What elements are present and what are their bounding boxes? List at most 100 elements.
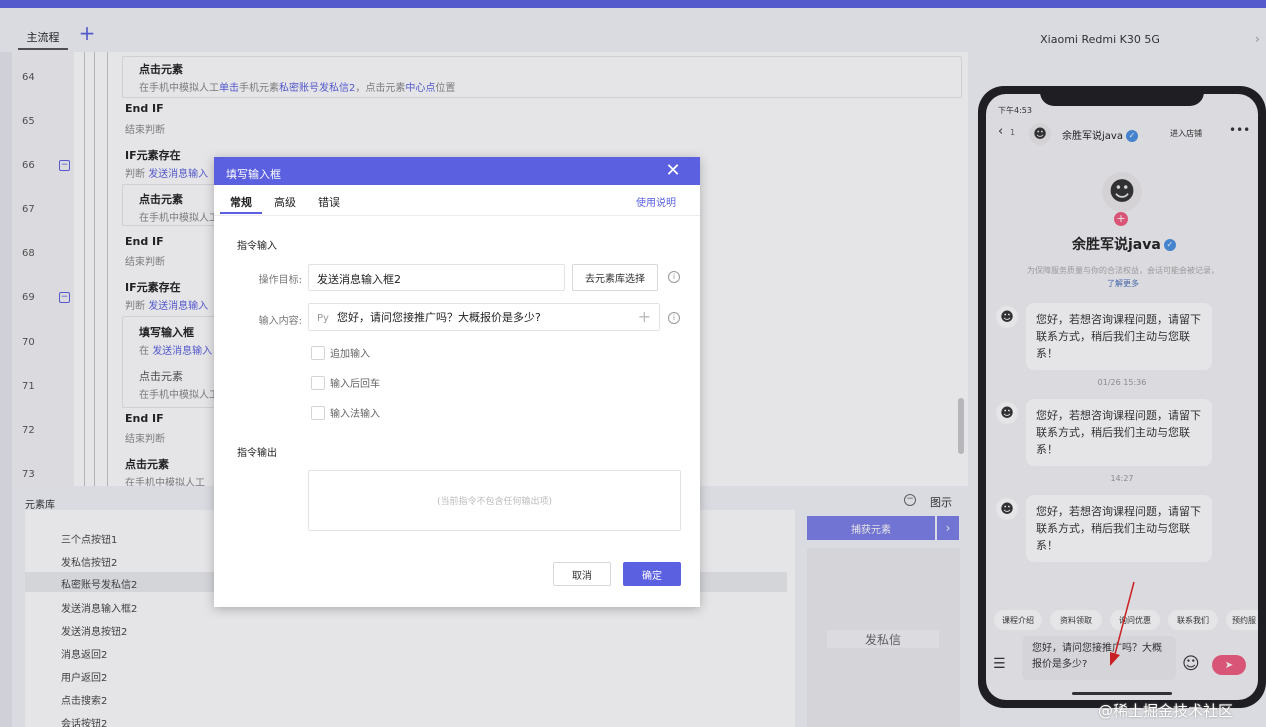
chevron-right-icon[interactable]: › <box>937 516 959 540</box>
chat-name: 余胜军说java ✓ <box>1062 127 1138 142</box>
message-input[interactable]: 您好，请问您接推广吗？大概报价是多少? <box>1022 636 1176 680</box>
list-item[interactable]: 发私信按钮2 <box>61 554 117 569</box>
ime-input-option[interactable]: 输入法输入 <box>311 405 380 420</box>
tab-error[interactable]: 错误 <box>318 194 340 210</box>
timestamp: 14:27 <box>1110 474 1134 483</box>
quick-reply[interactable]: 联系我们 <box>1168 610 1218 630</box>
list-item[interactable]: 发送消息按钮2 <box>61 623 127 638</box>
flow-scrollbar[interactable] <box>958 398 964 454</box>
line-number: 73 <box>22 469 35 480</box>
chat-message: 您好，若想咨询课程问题，请留下联系方式，稍后我们主动与您联系！ <box>1026 399 1212 466</box>
tab-general[interactable]: 常规 <box>230 194 252 210</box>
indent-line <box>94 52 95 486</box>
zoom-out-icon[interactable]: − <box>904 494 916 506</box>
add-icon[interactable]: + <box>638 307 651 326</box>
step-desc: 结束判断 <box>125 125 165 136</box>
left-strip <box>0 52 12 727</box>
quick-reply[interactable]: 资料领取 <box>1050 610 1102 630</box>
add-flow-button[interactable]: + <box>76 23 98 45</box>
step-title[interactable]: IF元素存在 <box>125 279 181 295</box>
line-number: 67 <box>22 204 35 215</box>
target-label: 操作目标: <box>258 275 302 286</box>
emoji-icon[interactable]: ☺ <box>1182 654 1200 674</box>
checkbox[interactable] <box>311 345 325 360</box>
avatar: ☻ <box>996 498 1018 520</box>
back-count: 1 <box>1010 128 1016 137</box>
follow-plus-icon[interactable]: + <box>1114 212 1128 226</box>
input-section-title: 指令输入 <box>237 241 277 252</box>
help-link[interactable]: 使用说明 <box>636 194 676 209</box>
phone-notch <box>1040 88 1204 106</box>
step-desc: 在手机中模拟人工 <box>139 213 219 224</box>
fill-input-dialog <box>214 157 700 607</box>
send-button[interactable]: ➤ <box>1212 655 1246 675</box>
list-item[interactable]: 消息返回2 <box>61 646 107 661</box>
verified-icon: ✓ <box>1125 130 1138 142</box>
line-number: 64 <box>22 72 35 83</box>
step-title[interactable]: End IF <box>125 412 164 425</box>
enter-after-input-option[interactable]: 输入后回车 <box>311 375 380 390</box>
step-title[interactable]: 点击元素 <box>125 456 169 472</box>
diagram-label: 图示 <box>930 496 952 509</box>
step-title: 点击元素 <box>139 193 183 206</box>
chat-message: 您好，若想咨询课程问题，请留下联系方式，稍后我们主动与您联系！ <box>1026 495 1212 562</box>
step-title[interactable]: 填写输入框 <box>139 324 194 340</box>
top-menubar <box>0 0 1266 8</box>
flow-step[interactable]: 点击元素 在手机中模拟人工单击手机元素私密账号发私信2，点击元素中心点位置 <box>122 56 962 98</box>
more-icon[interactable]: ••• <box>1229 123 1250 137</box>
preview-label: 发私信 <box>827 630 939 648</box>
step-title[interactable]: End IF <box>125 102 164 115</box>
step-title[interactable]: 点击元素 <box>139 368 183 384</box>
list-item[interactable]: 三个点按钮1 <box>61 531 117 546</box>
avatar: ☻ <box>1102 172 1142 212</box>
tab-main-flow[interactable]: 主流程 <box>18 25 68 50</box>
info-icon[interactable]: i <box>668 312 680 324</box>
home-indicator <box>1072 692 1172 695</box>
step-title: 点击元素 <box>139 63 183 76</box>
content-text: 您好，请问您接推广吗？大概报价是多少? <box>336 311 541 324</box>
flow-step[interactable]: 点击元素 在手机中模拟人工 <box>122 184 222 226</box>
line-number: 69 <box>22 292 35 303</box>
learn-more-link[interactable]: 了解更多 <box>1107 279 1139 288</box>
output-section-title: 指令输出 <box>237 448 277 459</box>
capture-element-button[interactable]: 捕获元素 <box>807 516 935 540</box>
line-number: 70 <box>22 337 35 348</box>
checkbox[interactable] <box>311 405 325 420</box>
back-arrow-icon[interactable]: ‹ <box>998 124 1003 139</box>
list-item[interactable]: 用户返回2 <box>61 669 107 684</box>
list-item[interactable]: 点击搜索2 <box>61 692 107 707</box>
divider <box>214 215 700 216</box>
ok-button[interactable]: 确定 <box>623 562 681 586</box>
close-icon[interactable]: ✕ <box>662 160 684 182</box>
chat-header: ‹ 1 ☻ 余胜军说java ✓ 进入店铺 ••• <box>986 116 1258 152</box>
step-desc: 结束判断 <box>125 434 165 445</box>
privacy-notice: 为保障服务质量与你的合法权益，会话可能会被记录， 了解更多 <box>1027 266 1219 288</box>
quick-reply[interactable]: 课程介绍 <box>994 610 1042 630</box>
step-desc: 在手机中模拟人工 <box>139 390 219 401</box>
list-item[interactable]: 会话按钮2 <box>61 715 107 727</box>
cancel-button[interactable]: 取消 <box>553 562 611 586</box>
python-prefix: Py <box>317 313 329 324</box>
content-field[interactable]: Py 您好，请问您接推广吗？大概报价是多少? + <box>308 303 660 331</box>
step-desc: 结束判断 <box>125 257 165 268</box>
step-title[interactable]: IF元素存在 <box>125 147 181 163</box>
info-icon[interactable]: i <box>668 271 680 283</box>
step-desc: 在手机中模拟人工单击手机元素私密账号发私信2，点击元素中心点位置 <box>139 83 456 94</box>
avatar: ☻ <box>996 306 1018 328</box>
quick-reply[interactable]: 预约服 <box>1226 610 1258 630</box>
device-name[interactable]: Xiaomi Redmi K30 5G <box>1000 33 1200 46</box>
active-tab-underline <box>220 212 262 214</box>
collapse-toggle[interactable]: − <box>59 160 70 171</box>
enter-shop-button[interactable]: 进入店铺 <box>1170 128 1202 139</box>
avatar: ☻ <box>1029 123 1051 145</box>
target-field[interactable]: 发送消息输入框2 <box>308 264 565 291</box>
choose-from-library-button[interactable]: 去元素库选择 <box>572 264 658 291</box>
checkbox[interactable] <box>311 375 325 390</box>
list-item[interactable]: 发送消息输入框2 <box>61 600 137 615</box>
append-input-option[interactable]: 追加输入 <box>311 345 370 360</box>
step-title[interactable]: End IF <box>125 235 164 248</box>
chevron-right-icon[interactable]: › <box>1255 32 1260 46</box>
tab-advanced[interactable]: 高级 <box>274 194 296 210</box>
menu-list-icon[interactable]: ☰ <box>993 656 1006 672</box>
collapse-toggle[interactable]: − <box>59 292 70 303</box>
